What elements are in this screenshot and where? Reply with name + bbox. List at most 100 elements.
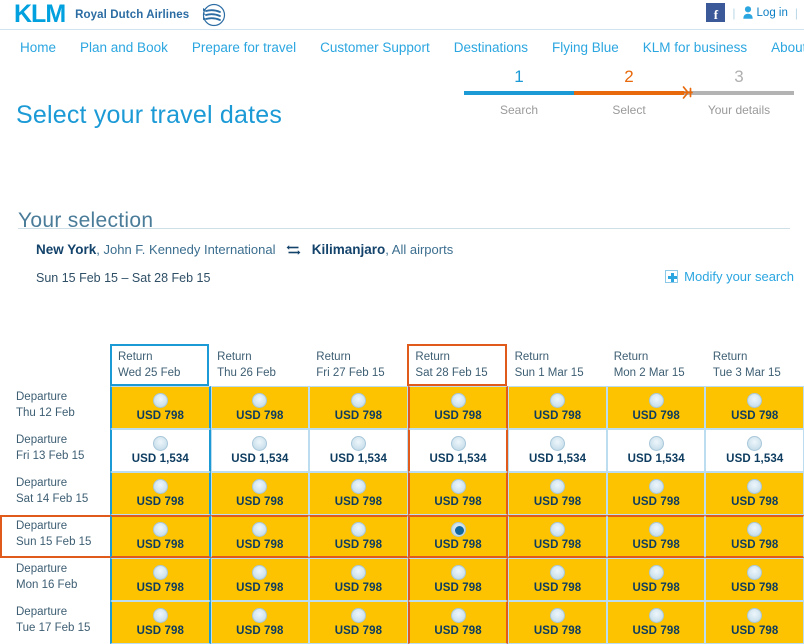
price-cell[interactable]: USD 798	[407, 601, 509, 644]
price-cell[interactable]: USD 798	[210, 472, 310, 516]
price-cell[interactable]: USD 798	[210, 601, 310, 644]
modify-search-button[interactable]: Modify your search	[665, 269, 794, 284]
nav-item-plan-and-book[interactable]: Plan and Book	[68, 40, 180, 55]
price-radio-button[interactable]	[252, 436, 268, 452]
price-radio-button[interactable]	[648, 522, 664, 538]
price-cell[interactable]: USD 798	[210, 558, 310, 602]
price-cell[interactable]: USD 1,534	[407, 429, 509, 473]
price-cell[interactable]: USD 798	[110, 386, 211, 430]
price-cell[interactable]: USD 798	[508, 601, 607, 644]
price-radio-button[interactable]	[648, 479, 664, 495]
price-radio-button[interactable]	[152, 436, 168, 452]
return-date-header-0[interactable]: Return Wed 25 Feb	[110, 344, 210, 387]
price-cell[interactable]: USD 798	[606, 386, 706, 430]
return-date-header-2[interactable]: Return Fri 27 Feb 15	[308, 344, 407, 386]
price-radio-button[interactable]	[747, 565, 763, 581]
price-radio-button[interactable]	[350, 608, 366, 624]
price-cell[interactable]: USD 1,534	[110, 429, 211, 473]
departure-date-header-4[interactable]: Departure Mon 16 Feb	[0, 558, 110, 602]
price-cell[interactable]: USD 798	[309, 472, 408, 516]
price-cell[interactable]: USD 798	[110, 558, 211, 602]
price-cell[interactable]: USD 798	[508, 386, 607, 430]
price-radio-button[interactable]	[550, 565, 566, 581]
price-radio-button[interactable]	[747, 436, 763, 452]
price-radio-button[interactable]	[450, 436, 466, 452]
price-radio-button[interactable]	[350, 522, 366, 538]
price-cell[interactable]: USD 798	[309, 515, 408, 559]
klm-logo[interactable]: KLM Royal Dutch Airlines	[14, 2, 227, 27]
return-date-header-4[interactable]: Return Sun 1 Mar 15	[507, 344, 606, 386]
price-radio-button[interactable]	[648, 608, 664, 624]
price-cell[interactable]: USD 798	[309, 386, 408, 430]
nav-item-flying-blue[interactable]: Flying Blue	[540, 40, 631, 55]
price-cell[interactable]: USD 1,534	[309, 429, 408, 473]
price-cell[interactable]: USD 798	[210, 515, 310, 559]
price-radio-button[interactable]	[550, 608, 566, 624]
price-radio-button[interactable]	[450, 393, 466, 409]
departure-date-header-2[interactable]: Departure Sat 14 Feb 15	[0, 472, 110, 516]
price-radio-button[interactable]	[550, 393, 566, 409]
price-radio-button[interactable]	[152, 608, 168, 624]
price-radio-button[interactable]	[747, 608, 763, 624]
step-label-search[interactable]: Search	[464, 103, 574, 117]
price-radio-button[interactable]	[252, 522, 268, 538]
price-cell[interactable]: USD 798	[407, 386, 509, 430]
price-radio-button[interactable]	[747, 522, 763, 538]
price-cell[interactable]: USD 798	[606, 472, 706, 516]
price-radio-button[interactable]	[747, 479, 763, 495]
price-radio-button[interactable]	[252, 393, 268, 409]
price-radio-button[interactable]	[450, 608, 466, 624]
price-radio-button[interactable]	[648, 436, 664, 452]
nav-item-customer-support[interactable]: Customer Support	[308, 40, 442, 55]
nav-item-prepare-for-travel[interactable]: Prepare for travel	[180, 40, 308, 55]
price-cell[interactable]: USD 798	[210, 386, 310, 430]
price-cell[interactable]: USD 798	[110, 601, 211, 644]
price-cell[interactable]: USD 798	[606, 601, 706, 644]
price-radio-button[interactable]	[152, 479, 168, 495]
departure-date-header-5[interactable]: Departure Tue 17 Feb 15	[0, 601, 110, 644]
price-radio-button[interactable]	[152, 565, 168, 581]
price-cell[interactable]: USD 798	[508, 515, 607, 559]
nav-item-about-klm[interactable]: About KLM	[759, 40, 804, 55]
nav-item-klm-for-business[interactable]: KLM for business	[631, 40, 759, 55]
price-radio-button[interactable]	[252, 565, 268, 581]
price-radio-button[interactable]	[648, 393, 664, 409]
price-cell[interactable]: USD 798	[606, 558, 706, 602]
price-cell[interactable]: USD 798	[110, 472, 211, 516]
price-radio-button[interactable]	[350, 436, 366, 452]
price-cell[interactable]: USD 798	[407, 515, 509, 559]
price-radio-button[interactable]	[550, 479, 566, 495]
step-label-select[interactable]: Select	[574, 103, 684, 117]
price-cell[interactable]: USD 798	[606, 515, 706, 559]
facebook-icon[interactable]: f	[706, 3, 726, 22]
price-radio-button[interactable]	[350, 565, 366, 581]
price-radio-button[interactable]	[350, 479, 366, 495]
return-date-header-5[interactable]: Return Mon 2 Mar 15	[606, 344, 705, 386]
departure-date-header-1[interactable]: Departure Fri 13 Feb 15	[0, 429, 110, 473]
return-date-header-3[interactable]: Return Sat 28 Feb 15	[407, 344, 507, 387]
price-radio-button[interactable]	[550, 436, 566, 452]
price-radio-button[interactable]	[152, 393, 168, 409]
nav-item-home[interactable]: Home	[8, 40, 68, 55]
price-cell[interactable]: USD 798	[508, 558, 607, 602]
price-cell[interactable]: USD 798	[407, 472, 509, 516]
price-cell[interactable]: USD 798	[705, 472, 804, 516]
price-cell[interactable]: USD 798	[705, 386, 804, 430]
price-radio-button[interactable]	[450, 565, 466, 581]
price-radio-button[interactable]	[350, 393, 366, 409]
price-cell[interactable]: USD 1,534	[705, 429, 804, 473]
price-radio-button[interactable]	[152, 522, 168, 538]
departure-date-header-3[interactable]: Departure Sun 15 Feb 15	[0, 515, 110, 559]
price-cell[interactable]: USD 798	[110, 515, 211, 559]
price-cell[interactable]: USD 798	[407, 558, 509, 602]
price-cell[interactable]: USD 1,534	[210, 429, 310, 473]
price-radio-button[interactable]	[252, 479, 268, 495]
price-cell[interactable]: USD 1,534	[606, 429, 706, 473]
departure-date-header-0[interactable]: Departure Thu 12 Feb	[0, 386, 110, 430]
price-radio-button[interactable]	[252, 608, 268, 624]
price-cell[interactable]: USD 798	[705, 558, 804, 602]
price-cell[interactable]: USD 1,534	[508, 429, 607, 473]
nav-item-destinations[interactable]: Destinations	[442, 40, 540, 55]
price-radio-button[interactable]	[747, 393, 763, 409]
price-cell[interactable]: USD 798	[705, 601, 804, 644]
